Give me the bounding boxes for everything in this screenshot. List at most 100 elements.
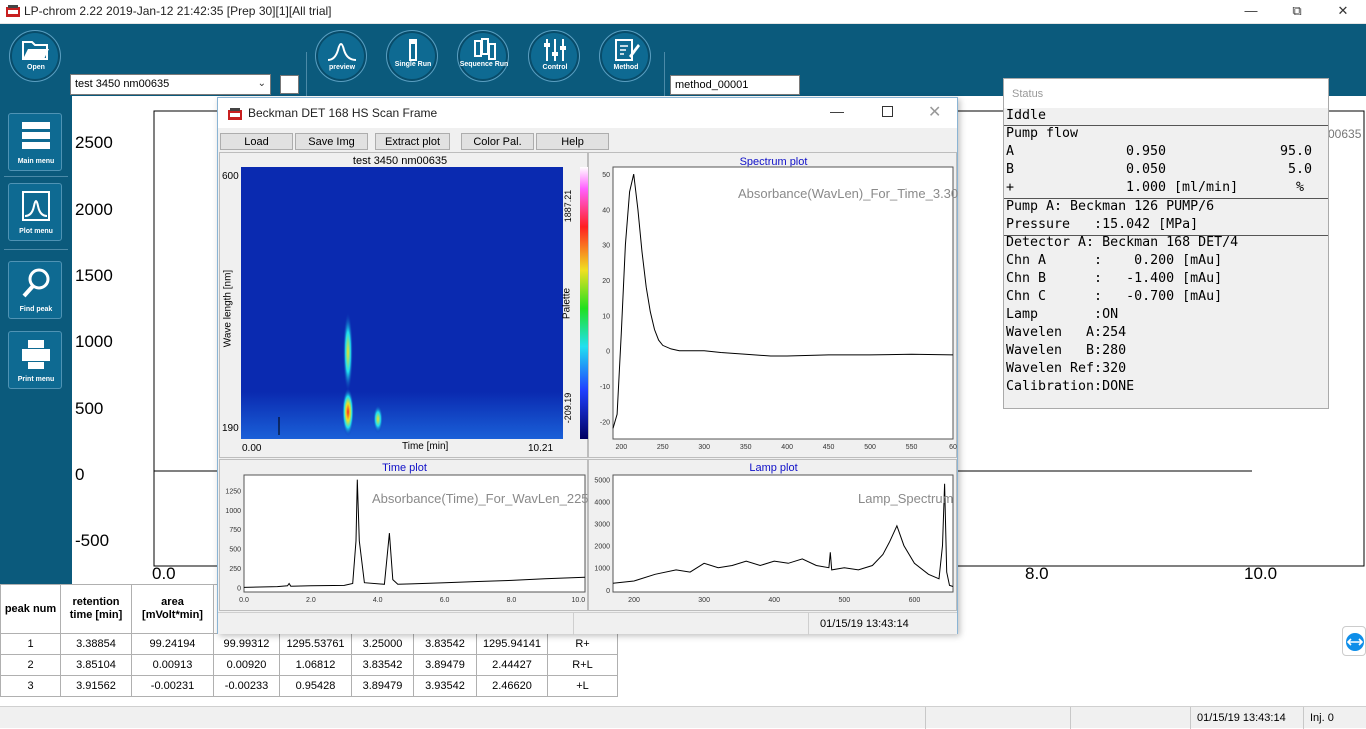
- method-name-field[interactable]: method_00001: [670, 75, 800, 95]
- x-tick-label: 500: [864, 444, 876, 451]
- edit-document-icon: [615, 39, 640, 61]
- y-tick-label: -500: [75, 531, 110, 550]
- sequence-run-button[interactable]: Sequence Run: [457, 30, 509, 82]
- table-cell: 3.25000: [351, 633, 414, 655]
- y-tick-label: 1500: [75, 266, 113, 285]
- detector-row: Chn A : 0.200 [mAu]: [1006, 253, 1223, 268]
- save-image-button[interactable]: Save Img: [295, 133, 368, 150]
- x-tick-label: 6.0: [440, 597, 450, 604]
- remote-support-tab[interactable]: [1342, 626, 1366, 656]
- heatmap-y-min: 190: [222, 423, 239, 434]
- detector-row: Detector A: Beckman 168 DET/4: [1006, 235, 1239, 250]
- restore-button[interactable]: ⧉: [1274, 0, 1320, 24]
- pump-flow-value: 0.050: [1126, 162, 1167, 177]
- y-tick-label: 50: [602, 172, 610, 179]
- option-checkbox[interactable]: [280, 75, 299, 94]
- y-tick-label: 500: [229, 547, 241, 554]
- maximize-button[interactable]: [882, 106, 893, 117]
- y-tick-label: 1000: [75, 332, 113, 351]
- table-cell: 3.89479: [413, 654, 477, 676]
- heatmap-y-label: Wave length [nm]: [222, 269, 234, 348]
- pump-percent: %: [1296, 180, 1305, 195]
- color-palette-button[interactable]: Color Pal.: [461, 133, 534, 150]
- table-cell: 3: [0, 675, 61, 697]
- x-tick-label: 60: [949, 444, 957, 451]
- table-cell: 0.00920: [213, 654, 280, 676]
- detector-row: Wavelen B:280: [1006, 343, 1127, 358]
- heatmap-image[interactable]: [241, 167, 563, 439]
- time-plot-chart[interactable]: 0.0 2.0 4.0 6.0 8.0 10.0 1250 1000 750 500 250 0: [220, 460, 589, 612]
- method-button[interactable]: Method: [599, 30, 651, 82]
- detector-row: Chn C : -0.700 [mAu]: [1006, 289, 1223, 304]
- pump-row-b: B 0.050 5.0: [1006, 162, 1312, 177]
- y-tick-label: 10: [602, 313, 610, 320]
- x-tick-label: 550: [906, 444, 918, 451]
- extract-plot-button[interactable]: Extract plot: [375, 133, 450, 150]
- close-button[interactable]: ✕: [928, 102, 941, 122]
- close-button[interactable]: ✕: [1320, 0, 1366, 24]
- x-tick-label: 10.0: [572, 597, 586, 604]
- load-button[interactable]: Load: [220, 133, 293, 150]
- y-tick-label: 250: [229, 566, 241, 573]
- status-bar: 01/15/19 13:43:14 Inj. 0: [0, 706, 1366, 729]
- vial-icon: [409, 39, 417, 61]
- open-button[interactable]: Open: [9, 30, 61, 82]
- plot-menu-label: Plot menu: [19, 228, 53, 235]
- x-tick-label: 10.0: [1244, 564, 1278, 583]
- column-header[interactable]: area [mVolt*min]: [131, 584, 214, 634]
- table-row[interactable]: 1 3.38854 99.24194 99.99312 1295.53761 3.2500…: [0, 633, 618, 655]
- pump-flow-heading: Pump flow: [1006, 126, 1079, 141]
- single-run-button[interactable]: Single Run: [386, 30, 438, 82]
- magnifier-icon: [22, 268, 50, 298]
- y-tick-label: 2500: [75, 133, 113, 152]
- sidebar-divider: [4, 176, 68, 177]
- app-icon: [228, 108, 242, 120]
- scan-window-titlebar: Beckman DET 168 HS Scan Frame — ✕: [218, 98, 957, 128]
- column-header[interactable]: retention time [min]: [60, 584, 132, 634]
- table-cell: -0.00233: [213, 675, 280, 697]
- help-button[interactable]: Help: [536, 133, 609, 150]
- x-tick-label: 450: [823, 444, 835, 451]
- x-tick-label: 200: [615, 444, 627, 451]
- x-tick-label: 250: [657, 444, 669, 451]
- peak-icon: [327, 43, 357, 61]
- table-cell: 1.06812: [279, 654, 352, 676]
- minimize-button[interactable]: —: [830, 103, 844, 119]
- y-tick-label: 1250: [225, 488, 241, 495]
- y-tick-label: 20: [602, 278, 610, 285]
- table-cell: 3.85104: [60, 654, 132, 676]
- x-tick-label: 2.0: [306, 597, 316, 604]
- detector-row: Chn B : -1.400 [mAu]: [1006, 271, 1223, 286]
- table-cell: 3.89479: [351, 675, 414, 697]
- file-select[interactable]: test 3450 nm00635 ⌄: [70, 74, 271, 95]
- detector-row: Wavelen A:254: [1006, 325, 1127, 340]
- single-run-label: Single Run: [394, 61, 432, 68]
- heatmap-x-min: 0.00: [242, 443, 262, 454]
- method-label: Method: [613, 64, 639, 71]
- title-bar: LP-chrom 2.22 2019-Jan-12 21:42:35 [Prep…: [0, 0, 1366, 24]
- plot-menu-button[interactable]: Plot menu: [8, 183, 62, 241]
- table-row[interactable]: 2 3.85104 0.00913 0.00920 1.06812 3.83542 3.89…: [0, 654, 618, 676]
- vials-icon: [474, 38, 496, 60]
- table-cell: 1295.53761: [279, 633, 352, 655]
- main-menu-button[interactable]: Main menu: [8, 113, 62, 171]
- heatmap-y-max: 600: [222, 171, 239, 182]
- print-menu-button[interactable]: Print menu: [8, 331, 62, 389]
- table-row[interactable]: 3 3.91562 -0.00231 -0.00233 0.95428 3.89479 3.…: [0, 675, 618, 697]
- detector-row: Wavelen Ref:320: [1006, 361, 1127, 376]
- y-tick-label: 0: [606, 588, 610, 595]
- color-palette-bar: [580, 167, 588, 439]
- preview-button[interactable]: preview: [315, 30, 367, 82]
- lamp-plot-chart[interactable]: 200 300 400 500 600 5000 4000 3000 2000 1000 0: [589, 460, 958, 612]
- y-tick-label: 1000: [594, 566, 610, 573]
- find-peak-button[interactable]: Find peak: [8, 261, 62, 319]
- table-cell: 3.93542: [413, 675, 477, 697]
- status-divider: [573, 613, 574, 635]
- pump-name: B: [1006, 162, 1015, 177]
- minimize-button[interactable]: —: [1228, 0, 1274, 24]
- heatmap-peak: [343, 312, 353, 392]
- column-header[interactable]: peak num: [0, 584, 61, 634]
- table-cell: -0.00231: [131, 675, 214, 697]
- status-window: Status Iddle Pump flow A 0.950 95.0 B 0.050…: [1003, 78, 1329, 409]
- control-button[interactable]: Control: [528, 30, 580, 82]
